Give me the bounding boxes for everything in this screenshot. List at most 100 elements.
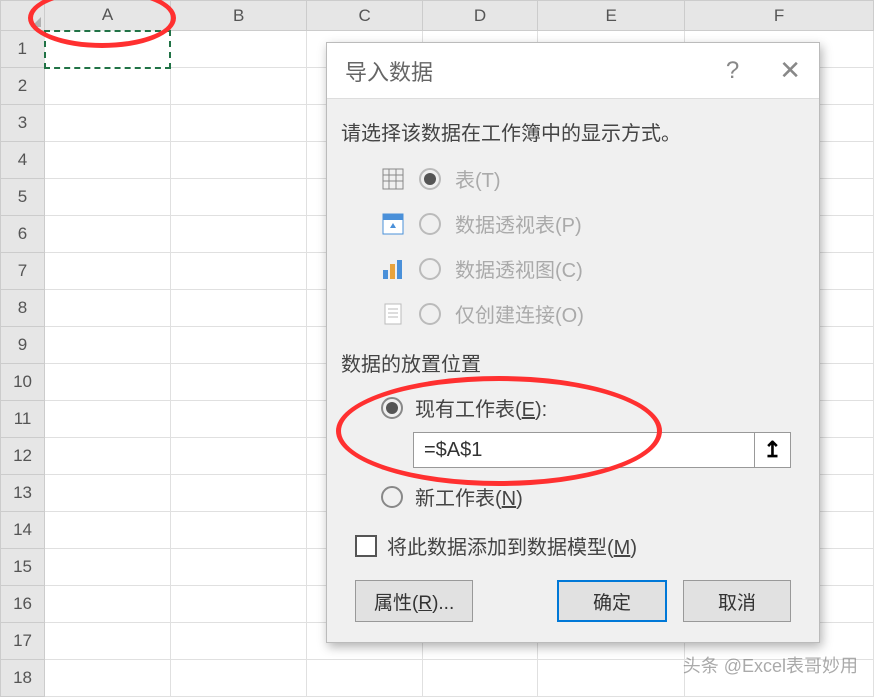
cell[interactable] [45, 179, 171, 216]
cell[interactable] [170, 586, 306, 623]
row-header[interactable]: 18 [1, 660, 45, 697]
cell[interactable] [170, 549, 306, 586]
label-connection: 仅创建连接(O) [455, 299, 584, 328]
row-header[interactable]: 4 [1, 142, 45, 179]
cell[interactable] [170, 438, 306, 475]
row-header[interactable]: 17 [1, 623, 45, 660]
option-table: 表(T) [341, 156, 805, 201]
cell[interactable] [45, 105, 171, 142]
row-header[interactable]: 6 [1, 216, 45, 253]
reference-input-row: ↥ [341, 428, 805, 476]
ok-button[interactable]: 确定 [557, 580, 667, 622]
properties-button[interactable]: 属性(R)... [355, 580, 473, 622]
cell[interactable] [170, 475, 306, 512]
label-table: 表(T) [455, 164, 501, 193]
cell[interactable] [45, 253, 171, 290]
col-header-b[interactable]: B [170, 1, 306, 31]
cell-reference-input[interactable] [413, 432, 755, 468]
cell-a1[interactable] [45, 31, 171, 68]
cell[interactable] [170, 327, 306, 364]
location-section: 数据的放置位置 现有工作表(E): ↥ 新工作表(N) [341, 348, 805, 517]
cell[interactable] [45, 216, 171, 253]
cell[interactable] [45, 364, 171, 401]
close-icon[interactable]: ✕ [779, 55, 801, 86]
cell[interactable] [538, 660, 685, 697]
row-header[interactable]: 2 [1, 68, 45, 105]
row-header[interactable]: 11 [1, 401, 45, 438]
cell[interactable] [45, 327, 171, 364]
cell[interactable] [45, 549, 171, 586]
select-all-corner[interactable] [1, 1, 45, 31]
radio-new-sheet[interactable] [381, 486, 403, 508]
checkbox-data-model[interactable] [355, 535, 377, 557]
pivot-chart-icon [381, 257, 405, 281]
range-picker-button[interactable]: ↥ [755, 432, 791, 468]
cell[interactable] [45, 586, 171, 623]
cell[interactable] [45, 438, 171, 475]
row-header[interactable]: 13 [1, 475, 45, 512]
row-header[interactable]: 8 [1, 290, 45, 327]
help-icon[interactable]: ? [726, 57, 739, 85]
col-header-a[interactable]: A [45, 1, 171, 31]
col-header-c[interactable]: C [307, 1, 422, 31]
label-pivot-chart: 数据透视图(C) [455, 254, 583, 283]
radio-table [419, 168, 441, 190]
col-header-d[interactable]: D [422, 1, 537, 31]
cell[interactable] [422, 660, 537, 697]
option-existing-sheet[interactable]: 现有工作表(E): [341, 387, 805, 428]
display-prompt: 请选择该数据在工作簿中的显示方式。 [341, 117, 805, 146]
cell[interactable] [170, 216, 306, 253]
label-existing-sheet: 现有工作表(E): [415, 393, 547, 422]
option-pivot-chart: 数据透视图(C) [341, 246, 805, 291]
cell[interactable] [170, 142, 306, 179]
watermark: 头条 @Excel表哥妙用 [683, 652, 858, 678]
row-header[interactable]: 1 [1, 31, 45, 68]
row-header[interactable]: 9 [1, 327, 45, 364]
import-data-dialog: 导入数据 ? ✕ 请选择该数据在工作簿中的显示方式。 表(T) 数据透视表(P)… [326, 42, 820, 643]
cell[interactable] [170, 512, 306, 549]
cell[interactable] [170, 105, 306, 142]
cell[interactable] [170, 364, 306, 401]
option-new-sheet[interactable]: 新工作表(N) [341, 476, 805, 517]
label-data-model: 将此数据添加到数据模型(M) [387, 531, 637, 560]
dialog-header: 导入数据 ? ✕ [327, 43, 819, 99]
row-header[interactable]: 12 [1, 438, 45, 475]
radio-existing-sheet[interactable] [381, 397, 403, 419]
row-header[interactable]: 14 [1, 512, 45, 549]
row-header[interactable]: 10 [1, 364, 45, 401]
connection-icon [381, 302, 405, 326]
col-header-e[interactable]: E [538, 1, 685, 31]
row-header[interactable]: 3 [1, 105, 45, 142]
row-header[interactable]: 7 [1, 253, 45, 290]
radio-pivot-chart [419, 258, 441, 280]
label-pivot-table: 数据透视表(P) [455, 209, 582, 238]
cell[interactable] [170, 660, 306, 697]
cell[interactable] [45, 623, 171, 660]
cell[interactable] [170, 623, 306, 660]
col-header-f[interactable]: F [685, 1, 874, 31]
cell[interactable] [170, 401, 306, 438]
cell[interactable] [170, 68, 306, 105]
cell[interactable] [170, 253, 306, 290]
cell[interactable] [45, 660, 171, 697]
data-model-row[interactable]: 将此数据添加到数据模型(M) [341, 517, 805, 580]
cell[interactable] [45, 401, 171, 438]
cell[interactable] [45, 475, 171, 512]
row-header[interactable]: 15 [1, 549, 45, 586]
cell[interactable] [45, 68, 171, 105]
dialog-title: 导入数据 [345, 55, 726, 87]
cell[interactable] [170, 31, 306, 68]
cell[interactable] [45, 290, 171, 327]
cell[interactable] [170, 179, 306, 216]
location-label: 数据的放置位置 [341, 348, 805, 377]
cell[interactable] [307, 660, 422, 697]
cancel-button[interactable]: 取消 [683, 580, 791, 622]
cell[interactable] [45, 512, 171, 549]
cell[interactable] [45, 142, 171, 179]
radio-pivot-table [419, 213, 441, 235]
row-header[interactable]: 16 [1, 586, 45, 623]
dialog-body: 请选择该数据在工作簿中的显示方式。 表(T) 数据透视表(P) 数据透视图(C) [327, 99, 819, 642]
radio-connection [419, 303, 441, 325]
cell[interactable] [170, 290, 306, 327]
row-header[interactable]: 5 [1, 179, 45, 216]
